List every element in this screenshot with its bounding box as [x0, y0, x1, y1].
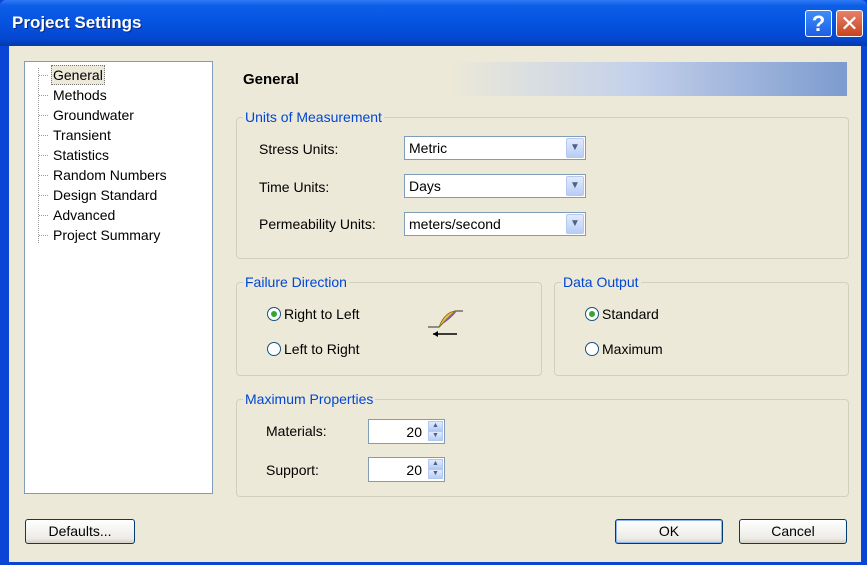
tree-item-project-summary[interactable]: Project Summary: [39, 225, 162, 245]
tree-item-design-standard[interactable]: Design Standard: [39, 185, 159, 205]
cancel-button[interactable]: Cancel: [739, 519, 847, 544]
permeability-units-label: Permeability Units:: [259, 216, 376, 232]
maximum-properties-title: Maximum Properties: [243, 391, 376, 407]
radio-indicator[interactable]: [267, 342, 281, 356]
settings-tree[interactable]: General Methods Groundwater Transient St…: [24, 61, 213, 494]
dialog-client: General Methods Groundwater Transient St…: [9, 46, 861, 562]
radio-indicator[interactable]: [585, 307, 599, 321]
tree-item-label: Design Standard: [53, 187, 158, 203]
chevron-down-icon[interactable]: ▼: [566, 138, 584, 158]
close-button[interactable]: ✕: [836, 10, 863, 37]
failure-direction-group: Failure Direction Right to Left Left to …: [236, 274, 542, 376]
chevron-down-icon[interactable]: ▼: [428, 431, 443, 441]
radio-indicator[interactable]: [585, 342, 599, 356]
chevron-down-icon[interactable]: ▼: [428, 469, 443, 479]
tree-item-label: Advanced: [53, 207, 116, 223]
tree-item-methods[interactable]: Methods: [39, 85, 109, 105]
tree-item-label: Transient: [53, 127, 111, 143]
stress-units-select[interactable]: Metric ▼: [404, 136, 586, 160]
tree-item-label: Methods: [53, 87, 107, 103]
radio-right-to-left[interactable]: Right to Left: [267, 306, 360, 322]
chevron-up-icon[interactable]: ▲: [428, 459, 443, 469]
chevron-down-icon[interactable]: ▼: [566, 176, 584, 196]
time-units-label: Time Units:: [259, 179, 330, 195]
panel-header: General: [235, 62, 847, 96]
ok-button[interactable]: OK: [615, 519, 723, 544]
tree-item-label: Project Summary: [53, 227, 161, 243]
radio-maximum[interactable]: Maximum: [585, 341, 663, 357]
radio-indicator[interactable]: [267, 307, 281, 321]
help-button[interactable]: ?: [805, 10, 832, 37]
panel-title: General: [243, 71, 299, 88]
tree-item-statistics[interactable]: Statistics: [39, 145, 111, 165]
failure-direction-title: Failure Direction: [243, 274, 349, 290]
data-output-title: Data Output: [561, 274, 641, 290]
radio-standard-label: Standard: [602, 306, 659, 322]
units-group-title: Units of Measurement: [243, 109, 384, 125]
tree-item-general[interactable]: General: [39, 65, 105, 85]
radio-right-to-left-label: Right to Left: [284, 306, 360, 322]
tree-item-label: General: [51, 65, 105, 85]
window-title: Project Settings: [12, 13, 142, 32]
tree-item-label: Random Numbers: [53, 167, 167, 183]
materials-stepper[interactable]: 20 ▲ ▼: [368, 419, 445, 444]
support-label: Support:: [266, 462, 319, 478]
project-settings-window: Project Settings ? ✕ General Methods Gro…: [0, 0, 867, 565]
tree-item-groundwater[interactable]: Groundwater: [39, 105, 136, 125]
units-group: Units of Measurement Stress Units: Metri…: [236, 109, 849, 259]
tree-item-label: Statistics: [53, 147, 110, 163]
stepper-buttons: ▲ ▼: [428, 421, 443, 442]
tree-item-label: Groundwater: [53, 107, 134, 123]
permeability-units-select[interactable]: meters/second ▼: [404, 212, 586, 236]
chevron-up-icon[interactable]: ▲: [428, 421, 443, 431]
data-output-group: Data Output Standard Maximum: [554, 274, 849, 376]
stress-units-value: Metric: [409, 140, 448, 156]
tree-item-random-numbers[interactable]: Random Numbers: [39, 165, 169, 185]
tree-item-advanced[interactable]: Advanced: [39, 205, 117, 225]
support-value: 20: [406, 462, 422, 478]
radio-left-to-right[interactable]: Left to Right: [267, 341, 360, 357]
permeability-units-value: meters/second: [409, 216, 501, 232]
tree-item-transient[interactable]: Transient: [39, 125, 113, 145]
time-units-value: Days: [409, 178, 441, 194]
materials-value: 20: [406, 424, 422, 440]
stepper-buttons: ▲ ▼: [428, 459, 443, 480]
stress-units-label: Stress Units:: [259, 141, 339, 157]
title-bar[interactable]: Project Settings ? ✕: [0, 0, 867, 46]
materials-label: Materials:: [266, 423, 327, 439]
radio-left-to-right-label: Left to Right: [284, 341, 360, 357]
radio-standard[interactable]: Standard: [585, 306, 659, 322]
radio-maximum-label: Maximum: [602, 341, 663, 357]
slope-failure-icon: [428, 310, 463, 337]
chevron-down-icon[interactable]: ▼: [566, 214, 584, 234]
maximum-properties-group: Maximum Properties Materials: 20 ▲ ▼ Sup…: [236, 391, 849, 497]
time-units-select[interactable]: Days ▼: [404, 174, 586, 198]
defaults-button[interactable]: Defaults...: [25, 519, 135, 544]
support-stepper[interactable]: 20 ▲ ▼: [368, 457, 445, 482]
